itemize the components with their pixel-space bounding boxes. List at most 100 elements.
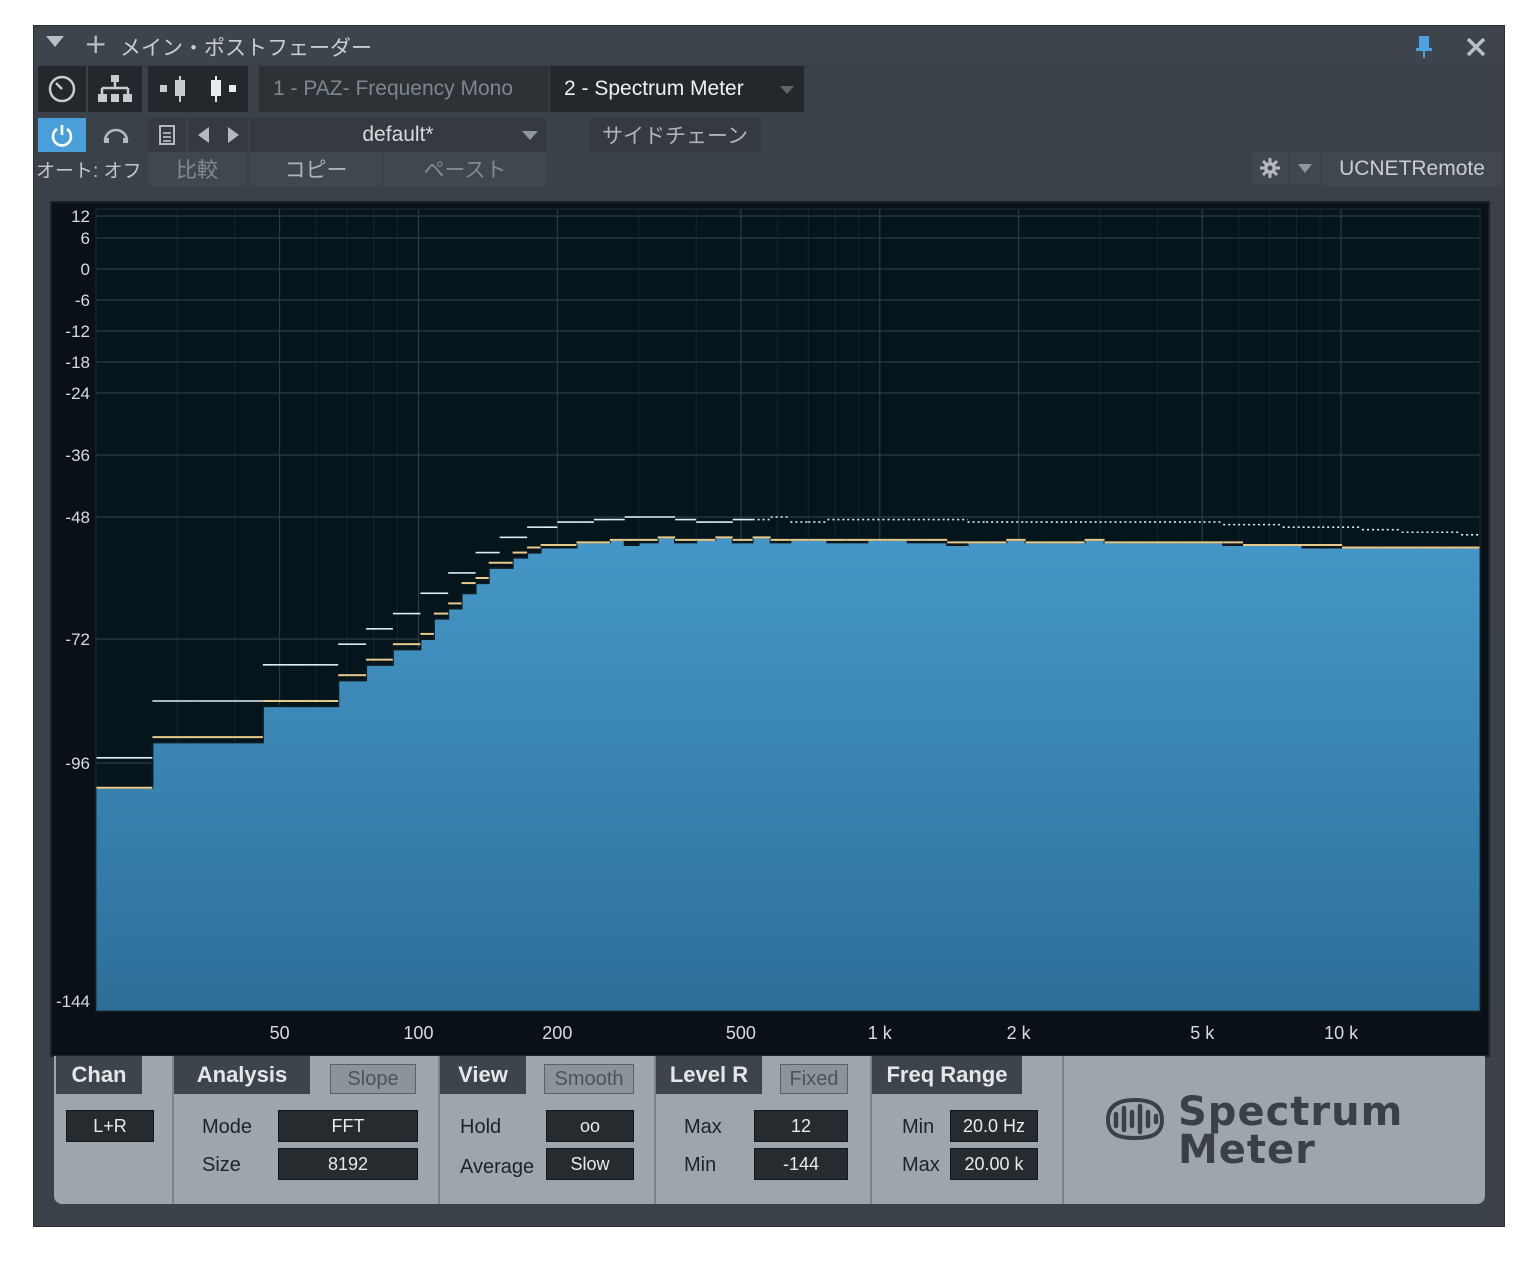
clock-button[interactable] [38,66,86,112]
x-tick-label: 5 k [1190,1023,1215,1043]
tab-dropdown-chevron-icon[interactable] [780,86,794,94]
y-tick-label: 0 [81,260,90,279]
compare-button[interactable]: 比較 [148,152,246,186]
fixed-toggle[interactable]: Fixed [780,1064,848,1094]
arrow-right-icon [227,127,239,143]
freq-section-title: Freq Range [872,1056,1022,1094]
hold-label: Hold [460,1116,502,1138]
preset-select[interactable]: default* [250,118,546,152]
y-tick-label: -12 [65,322,90,341]
copy-button[interactable]: コピー [250,152,382,186]
window-title: メイン・ポストフェーダー [120,36,372,60]
level-max-field[interactable]: 12 [754,1110,848,1142]
tab-paz-frequency[interactable]: 1 - PAZ- Frequency Mono [259,66,549,112]
level-min-field[interactable]: -144 [754,1148,848,1180]
smooth-toggle[interactable]: Smooth [544,1064,634,1094]
analysis-section-title: Analysis [174,1056,310,1094]
mode-value: FFT [331,1115,365,1136]
collapse-chevron-icon[interactable] [46,36,64,47]
level-section-title: Level R [656,1056,762,1094]
y-tick-label: -72 [65,630,90,649]
clock-icon [48,75,76,103]
freq-max-value: 20.00 k [964,1153,1024,1174]
y-tick-label: -96 [65,754,90,773]
x-tick-label: 500 [726,1023,756,1043]
average-select[interactable]: Slow [546,1148,634,1180]
headphone-icon [103,128,129,143]
freq-max-field[interactable]: 20.00 k [950,1148,1038,1180]
routing-button[interactable] [88,66,142,112]
gear-icon [1260,158,1280,178]
arrow-left-icon [197,127,209,143]
channel-button[interactable]: L+R [66,1110,154,1142]
chan-section-title: Chan [56,1056,142,1094]
sidechain-label: サイドチェーン [602,125,748,148]
x-tick-label: 10 k [1324,1023,1359,1043]
hold-select[interactable]: oo [546,1110,634,1142]
y-tick-label: -144 [56,992,90,1011]
insert-pre-icon [160,76,185,102]
size-select[interactable]: 8192 [278,1148,418,1180]
freq-title: Freq Range [886,1062,1008,1087]
sidechain-button[interactable]: サイドチェーン [589,118,761,152]
control-panel: Chan L+R Analysis Slope Mode FFT Size 81… [54,1056,1485,1204]
level-max-value: 12 [790,1115,812,1136]
insert-post-button[interactable] [200,66,248,112]
paste-button[interactable]: ペースト [384,152,546,186]
remote-button[interactable]: UCNETRemote [1322,152,1502,186]
level-title: Level R [669,1062,749,1087]
y-tick-label: -18 [65,353,90,372]
hold-value: oo [579,1115,601,1136]
copy-label: コピー [284,159,348,182]
close-icon[interactable] [1465,36,1487,58]
view-title: View [458,1062,508,1087]
mode-label: Mode [202,1116,253,1138]
slope-label: Slope [347,1067,399,1090]
preset-prev-button[interactable] [188,118,218,152]
y-tick-label: -24 [65,384,90,403]
preset-name: default* [362,123,434,146]
y-tick-label: -6 [75,291,90,310]
x-tick-label: 100 [403,1023,433,1043]
headphone-button[interactable] [90,118,142,152]
freq-min-label: Min [902,1116,935,1138]
compare-label: 比較 [176,159,218,182]
tab-paz-frequency-label: 1 - PAZ- Frequency Mono [273,77,514,100]
x-tick-label: 1 k [868,1023,893,1043]
spectrum-display: 50 100 200 500 1 k 2 k 5 k 10 k 12 6 0 -6 -12 -18 -24 -… [50,201,1490,1057]
mode-select[interactable]: FFT [278,1110,418,1142]
power-icon [51,125,73,147]
power-button[interactable] [38,118,86,152]
pin-icon[interactable] [1414,35,1434,59]
y-tick-label: -48 [65,508,90,527]
brand-text-2: Meter [1178,1127,1316,1173]
insert-position-button[interactable] [148,66,200,112]
settings-dropdown-button[interactable] [1290,152,1320,184]
section-divider [1062,1056,1064,1204]
presonus-logo-icon [1105,1097,1165,1141]
preset-list-icon [159,125,175,145]
smooth-label: Smooth [554,1067,624,1090]
remote-label: UCNETRemote [1339,157,1485,180]
insert-post-icon [211,76,236,102]
preset-menu-button[interactable] [148,118,186,152]
tab-spectrum-meter-label: 2 - Spectrum Meter [564,77,744,100]
title-bar: + メイン・ポストフェーダー [34,26,1504,64]
chan-title: Chan [71,1062,127,1087]
level-min-label: Min [684,1154,717,1176]
y-tick-label: 12 [71,207,90,226]
preset-next-button[interactable] [218,118,248,152]
settings-button[interactable] [1252,152,1288,184]
add-icon[interactable]: + [84,30,107,58]
slope-toggle[interactable]: Slope [330,1064,416,1094]
settings-chevron-icon [1298,163,1312,173]
freq-min-value: 20.0 Hz [962,1115,1026,1136]
size-label: Size [202,1154,241,1176]
average-label: Average [460,1156,535,1178]
paste-label: ペースト [423,159,507,182]
plugin-window: + メイン・ポストフェーダー 1 - PAZ- Frequency Mono 2… [33,25,1505,1227]
x-tick-label: 200 [542,1023,572,1043]
freq-min-field[interactable]: 20.0 Hz [950,1110,1038,1142]
y-tick-label: -36 [65,446,90,465]
tab-spectrum-meter[interactable]: 2 - Spectrum Meter [550,66,804,112]
